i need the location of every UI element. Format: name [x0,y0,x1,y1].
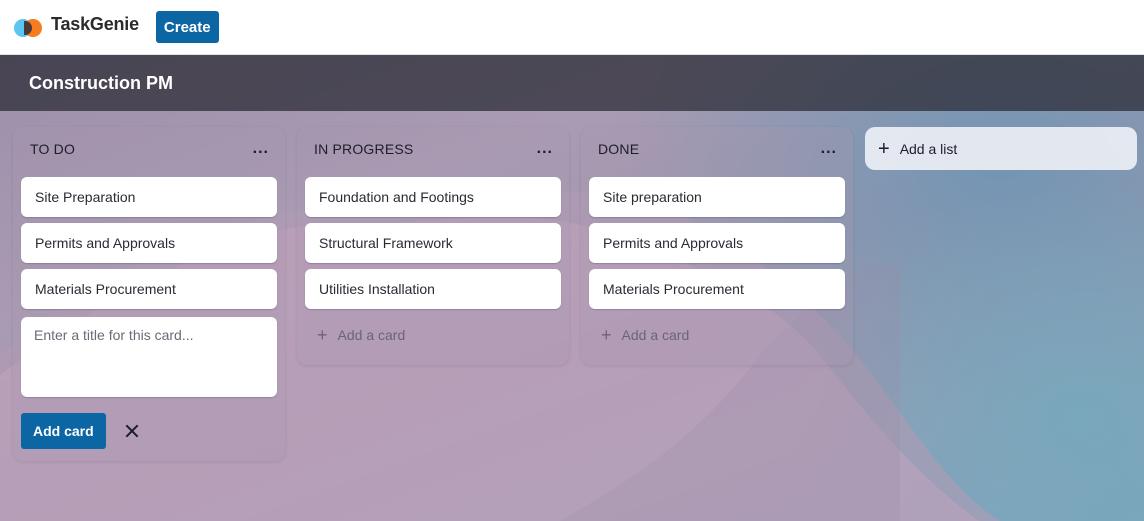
card[interactable]: Permits and Approvals [21,223,277,263]
card[interactable]: Permits and Approvals [589,223,845,263]
add-card-link[interactable]: + Add a card [589,315,845,355]
top-navigation-bar: TaskGenie Create [0,0,1144,55]
app-name: TaskGenie [51,13,139,34]
plus-icon: + [878,137,890,160]
card[interactable]: Utilities Installation [305,269,561,309]
list-header: DONE ... [581,127,853,171]
board-title[interactable]: Construction PM [29,73,173,94]
card[interactable]: Site preparation [589,177,845,217]
list-title[interactable]: TO DO [30,141,75,157]
card-title-input[interactable] [21,317,277,397]
more-options-icon[interactable]: ... [821,141,837,157]
more-options-icon[interactable]: ... [537,141,553,157]
add-card-button[interactable]: Add card [21,413,106,449]
list-title[interactable]: DONE [598,141,639,157]
plus-icon: + [601,325,612,345]
list-title[interactable]: IN PROGRESS [314,141,413,157]
board-canvas: Construction PM TO DO ... Site Preparati… [0,55,1144,521]
add-card-link[interactable]: + Add a card [305,315,561,355]
app-logo[interactable]: TaskGenie [14,12,139,42]
board-header: Construction PM [0,55,1144,111]
create-button[interactable]: Create [155,11,219,43]
add-card-label: Add a card [621,327,690,343]
list-todo: TO DO ... Site Preparation Permits and A… [13,127,285,461]
add-list-button[interactable]: + Add a list [865,127,1137,170]
card[interactable]: Materials Procurement [21,269,277,309]
list-done: DONE ... Site preparation Permits and Ap… [581,127,853,365]
card[interactable]: Foundation and Footings [305,177,561,217]
list-in-progress: IN PROGRESS ... Foundation and Footings … [297,127,569,365]
more-options-icon[interactable]: ... [253,141,269,157]
add-card-label: Add a card [337,327,406,343]
list-header: IN PROGRESS ... [297,127,569,171]
taskgenie-logo-icon [14,17,43,37]
card[interactable]: Materials Procurement [589,269,845,309]
close-icon[interactable] [124,423,140,439]
card[interactable]: Structural Framework [305,223,561,263]
composer-actions: Add card [21,413,277,449]
card[interactable]: Site Preparation [21,177,277,217]
add-list-label: Add a list [899,140,958,157]
plus-icon: + [317,325,328,345]
list-header: TO DO ... [13,127,285,171]
